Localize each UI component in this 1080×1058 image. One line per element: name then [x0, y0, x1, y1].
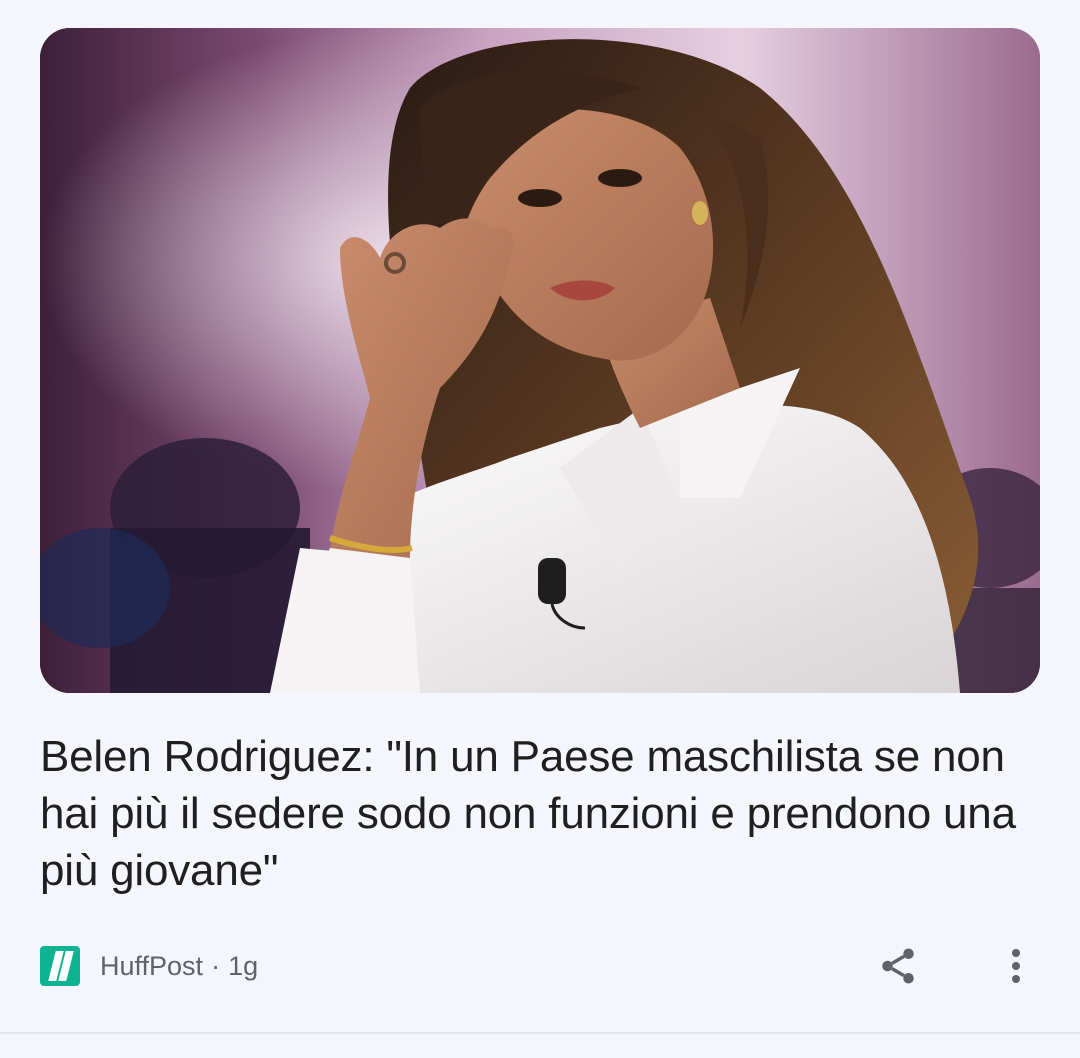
meta-separator: · [211, 950, 221, 981]
news-card[interactable]: Belen Rodriguez: "In un Paese maschilist… [0, 0, 1080, 1032]
more-options-button[interactable] [994, 944, 1038, 988]
source-name[interactable]: HuffPost [100, 951, 203, 982]
share-button[interactable] [874, 944, 922, 988]
article-image[interactable] [40, 28, 1040, 693]
article-headline[interactable]: Belen Rodriguez: "In un Paese maschilist… [40, 728, 1040, 899]
more-vertical-icon [1012, 949, 1020, 983]
article-age: 1g [228, 950, 259, 981]
next-card-area [0, 1034, 1080, 1058]
huffpost-logo [40, 946, 80, 986]
hero-photo [40, 28, 1040, 693]
share-icon [882, 948, 914, 984]
article-meta: HuffPost · 1g [40, 944, 1040, 988]
